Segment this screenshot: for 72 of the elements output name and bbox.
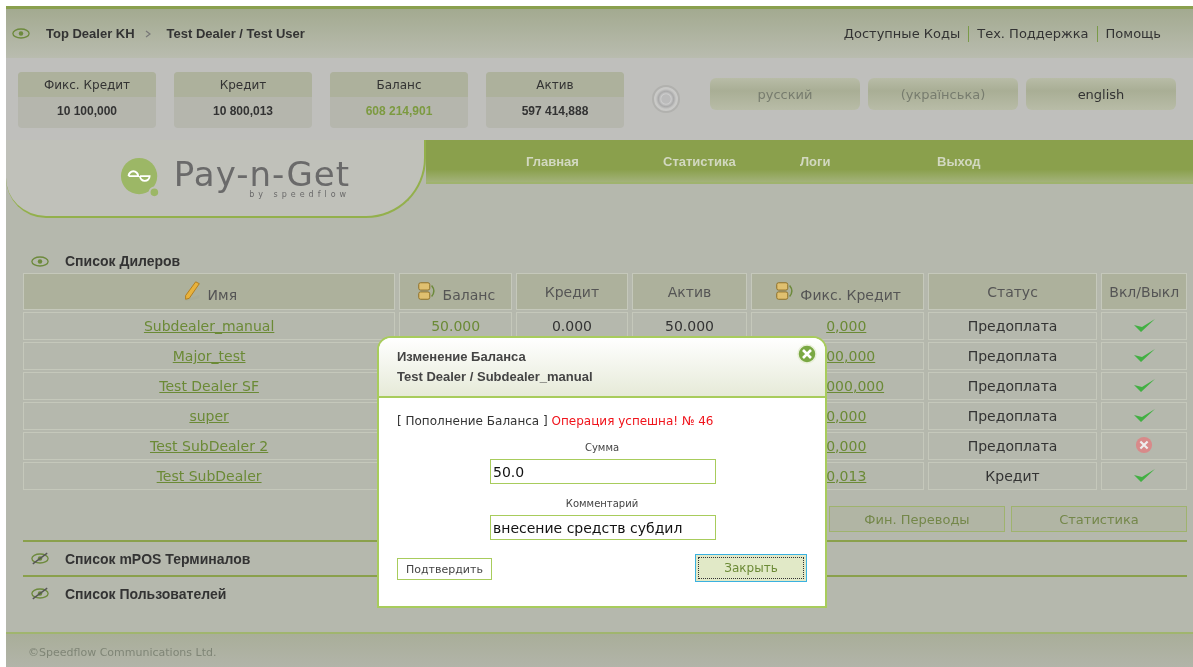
dialog-button[interactable]: Подтвердить: [397, 558, 492, 580]
column-header[interactable]: Кредит: [516, 273, 628, 310]
fixed-credit-link[interactable]: 0,013: [826, 468, 867, 484]
column-header[interactable]: Актив: [631, 273, 748, 310]
input-field[interactable]: внесение средств субдил: [490, 515, 716, 540]
nav-link[interactable]: Главная: [526, 153, 663, 169]
breadcrumb-link[interactable]: Top Dealer KH: [46, 26, 135, 41]
dealer-link[interactable]: Test SubDealer: [156, 468, 262, 484]
column-header[interactable]: Баланс: [399, 273, 512, 310]
column-header[interactable]: Имя: [23, 273, 396, 310]
dialog-title: Изменение Баланса: [397, 348, 527, 366]
close-icon[interactable]: [797, 344, 817, 364]
column-header[interactable]: Вкл/Выкл: [1101, 273, 1187, 310]
input-field[interactable]: 50.0: [490, 459, 716, 484]
status-text: Кредит: [985, 468, 1040, 484]
action-button[interactable]: Статистика: [1011, 506, 1187, 532]
stat-value: 608 214,901: [364, 103, 434, 120]
logo-tagline: by speedflow: [249, 191, 351, 199]
balance-value: 50.000: [431, 318, 481, 334]
active-value: 50.000: [665, 318, 714, 334]
language-button[interactable]: english: [1026, 78, 1176, 110]
dealer-link[interactable]: Subdealer_manual: [143, 318, 275, 334]
fixed-credit-link[interactable]: 0,000: [826, 408, 867, 424]
round-button-icon[interactable]: [652, 85, 680, 113]
fixed-credit-link[interactable]: 0,000: [826, 438, 867, 454]
breadcrumb-link[interactable]: Test Dealer / Test User: [166, 26, 305, 41]
success-message: Операция успешна! № 46: [551, 414, 714, 428]
nav-link[interactable]: Выход: [937, 153, 1074, 169]
status-text: Предоплата: [967, 408, 1058, 424]
language-button[interactable]: (українська): [868, 78, 1018, 110]
status-text: Предоплата: [967, 438, 1058, 454]
operation-label: [ Пополнение Баланса ]: [397, 414, 548, 428]
section-title[interactable]: Список mPOS Терминалов: [65, 550, 251, 567]
cross-circle-icon[interactable]: [1135, 435, 1154, 454]
dealer-link[interactable]: super: [189, 408, 229, 424]
section-title[interactable]: Список Пользователей: [65, 585, 227, 602]
column-header[interactable]: Статус: [927, 273, 1098, 310]
stat-value: 10 800,013: [211, 103, 275, 120]
column-header[interactable]: Фикс. Кредит: [751, 273, 924, 310]
dealer-link[interactable]: Major_test: [172, 348, 246, 364]
stat-value: 10 100,000: [55, 103, 119, 120]
fixed-credit-link[interactable]: 000,000: [826, 378, 885, 394]
dialog-button[interactable]: Закрыть: [695, 554, 807, 582]
nav-link[interactable]: Логи: [800, 153, 937, 169]
status-text: Предоплата: [967, 348, 1058, 364]
language-button[interactable]: русский: [710, 78, 860, 110]
stat-label: Кредит: [174, 72, 312, 97]
stat-label: Актив: [486, 72, 624, 97]
logo-text: Pay-n-Get: [173, 157, 351, 191]
dealer-link[interactable]: Test Dealer SF: [159, 378, 259, 394]
folders-icon: [773, 280, 796, 302]
top-link[interactable]: Доступные Коды: [843, 26, 961, 41]
section-title[interactable]: Список Дилеров: [65, 253, 181, 269]
fixed-credit-link[interactable]: 00,000: [826, 348, 876, 364]
stat-value: 597 414,888: [520, 103, 590, 120]
chevron-icon: [144, 29, 151, 38]
field-label: Комментарий: [564, 498, 640, 509]
action-button[interactable]: Фин. Переводы: [829, 506, 1005, 532]
nav-link[interactable]: Статистика: [663, 153, 800, 169]
fixed-credit-link[interactable]: 0,000: [826, 318, 867, 334]
stat-label: Фикс. Кредит: [18, 72, 156, 97]
status-text: Предоплата: [967, 318, 1058, 334]
top-link[interactable]: Помощь: [1105, 26, 1161, 41]
logo-icon: [119, 157, 162, 199]
credit-value: 0.000: [551, 318, 592, 334]
eye-icon: [12, 28, 30, 39]
status-text: Предоплата: [967, 378, 1058, 394]
dialog-subtitle: Test Dealer / Subdealer_manual: [397, 368, 594, 386]
stat-label: Баланс: [330, 72, 468, 97]
field-label: Сумма: [583, 442, 621, 453]
dealer-link[interactable]: Test SubDealer 2: [150, 438, 269, 454]
top-link[interactable]: Тех. Поддержка: [977, 26, 1089, 41]
